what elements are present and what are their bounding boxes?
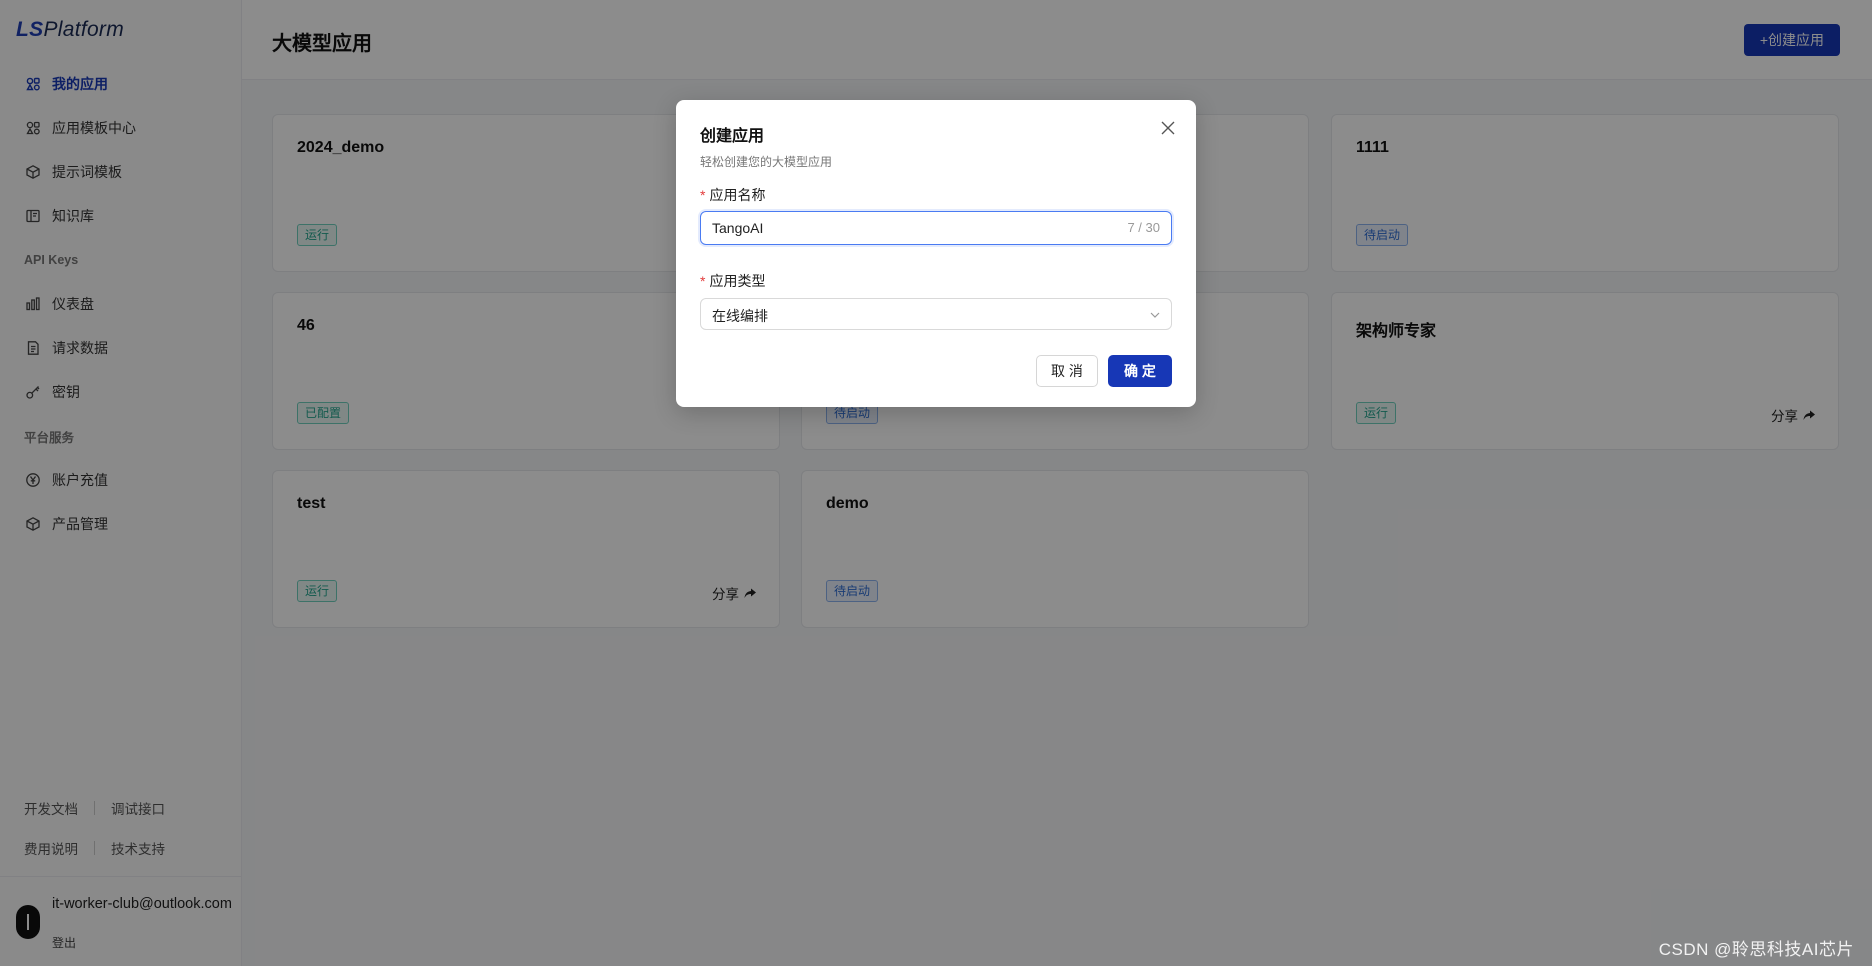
label-text: 应用名称 xyxy=(709,187,766,203)
cancel-button[interactable]: 取 消 xyxy=(1036,355,1098,387)
required-mark: * xyxy=(700,187,706,203)
select-value: 在线编排 xyxy=(712,308,768,324)
chevron-down-icon xyxy=(1150,312,1160,318)
app-name-input[interactable] xyxy=(712,212,1092,244)
label-text: 应用类型 xyxy=(709,273,766,289)
create-app-dialog: 创建应用 轻松创建您的大模型应用 *应用名称 7 / 30 *应用类型 在线编排… xyxy=(676,100,1196,407)
dialog-title: 创建应用 xyxy=(700,128,765,145)
char-counter: 7 / 30 xyxy=(1127,220,1160,235)
app-name-field[interactable]: 7 / 30 xyxy=(700,211,1172,245)
app-name-label: * 应用名称 xyxy=(700,185,765,205)
required-mark: * xyxy=(700,273,706,289)
dialog-subtitle: 轻松创建您的大模型应用 xyxy=(700,155,833,169)
watermark: CSDN @聆思科技AI芯片 xyxy=(1658,940,1854,959)
app-type-select[interactable]: 在线编排 xyxy=(700,298,1172,330)
confirm-button[interactable]: 确 定 xyxy=(1108,355,1172,387)
close-icon[interactable] xyxy=(1158,118,1178,138)
app-type-label: * 应用类型 xyxy=(700,271,765,291)
